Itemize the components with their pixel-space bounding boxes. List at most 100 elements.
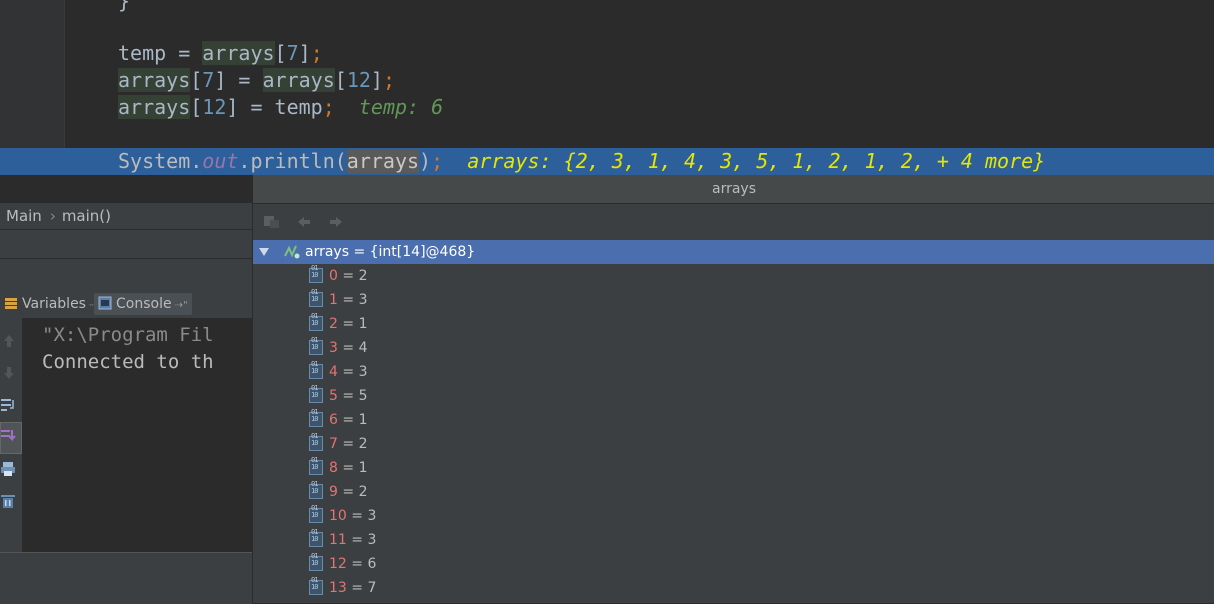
- array-index: 12: [329, 556, 347, 572]
- equals-sign: =: [337, 388, 359, 404]
- scroll-to-end-icon: [1, 430, 16, 442]
- navigate-icon[interactable]: [263, 214, 281, 230]
- code-line-println: System.out.println(arrays); arrays: {2, …: [118, 149, 1046, 173]
- array-index: 6: [329, 412, 338, 428]
- execution-point-line: System.out.println(arrays); arrays: {2, …: [0, 148, 1214, 175]
- console-icon: [98, 295, 112, 310]
- inline-value-temp: temp: 6: [358, 95, 444, 119]
- array-value: 5: [358, 388, 368, 404]
- variable-inspector-popup[interactable]: arrays arrays = {int[14]@468} 0 = 21 = 3…: [252, 175, 1214, 603]
- array-index: 3: [329, 340, 338, 356]
- popup-toolbar: [253, 204, 1214, 241]
- equals-sign: =: [346, 580, 368, 596]
- array-index: 0: [329, 268, 338, 284]
- arrow-down-icon[interactable]: [0, 364, 18, 382]
- primitive-icon: [309, 311, 323, 331]
- equals-sign: =: [346, 508, 368, 524]
- array-index: 5: [329, 388, 338, 404]
- array-value: 6: [367, 556, 377, 572]
- equals-sign: =: [337, 364, 359, 380]
- arrow-up-icon[interactable]: [0, 332, 18, 350]
- equals-sign: =: [346, 556, 368, 572]
- list-item[interactable]: 6 = 1: [309, 407, 368, 432]
- tree-root-node[interactable]: arrays = {int[14]@468}: [253, 240, 1214, 264]
- primitive-icon: [309, 359, 323, 379]
- primitive-icon: [309, 431, 323, 451]
- array-index: 13: [329, 580, 347, 596]
- list-item[interactable]: 3 = 4: [309, 335, 368, 360]
- primitive-icon: [309, 335, 323, 355]
- tab-console-label: Console: [116, 296, 172, 312]
- primitive-icon: [309, 527, 323, 547]
- list-item[interactable]: 13 = 7: [309, 575, 377, 600]
- list-item[interactable]: 2 = 1: [309, 311, 368, 336]
- array-index: 9: [329, 484, 338, 500]
- array-index: 2: [329, 316, 338, 332]
- list-item[interactable]: 7 = 2: [309, 431, 367, 456]
- array-value: 3: [367, 532, 377, 548]
- array-value: 4: [358, 340, 368, 356]
- list-item[interactable]: 5 = 5: [309, 383, 368, 408]
- breadcrumb-method[interactable]: main(): [62, 207, 111, 225]
- debug-frames-area: [0, 229, 252, 289]
- forward-arrow-icon[interactable]: [327, 214, 345, 230]
- list-item[interactable]: 4 = 3: [309, 359, 368, 384]
- debug-tabs: Variables ⇢" Console ⇢": [0, 288, 252, 319]
- inline-value-arrays: arrays: {2, 3, 1, 4, 3, 5, 1, 2, 1, 2, +…: [467, 149, 1046, 173]
- tree-root-label: arrays = {int[14]@468}: [305, 244, 476, 260]
- back-arrow-icon[interactable]: [295, 214, 313, 230]
- array-value: 7: [367, 580, 377, 596]
- list-item[interactable]: 9 = 2: [309, 479, 368, 504]
- array-value: 3: [367, 508, 377, 524]
- primitive-icon: [309, 263, 323, 283]
- list-item[interactable]: 8 = 1: [309, 455, 367, 480]
- breadcrumb: Main › main(): [0, 203, 252, 229]
- array-value: 2: [358, 484, 368, 500]
- arrays-hover-target[interactable]: arrays: [346, 149, 420, 173]
- primitive-icon: [309, 455, 323, 475]
- equals-sign: =: [346, 532, 368, 548]
- primitive-icon: [309, 575, 323, 595]
- trash-icon[interactable]: [0, 492, 18, 510]
- tab-console[interactable]: Console ⇢": [94, 293, 192, 315]
- equals-sign: =: [337, 484, 359, 500]
- soft-wrap-icon[interactable]: [0, 396, 18, 414]
- array-index: 1: [329, 292, 338, 308]
- code-editor[interactable]: } temp = arrays[7]; arrays[7] = arrays[1…: [0, 0, 1214, 175]
- list-item[interactable]: 11 = 3: [309, 527, 377, 552]
- equals-sign: =: [337, 436, 359, 452]
- primitive-icon: [309, 503, 323, 523]
- list-item[interactable]: 12 = 6: [309, 551, 377, 576]
- print-icon[interactable]: [0, 460, 18, 478]
- console-line-command: "X:\Program Fil: [42, 324, 214, 346]
- array-index: 7: [329, 436, 338, 452]
- array-index: 11: [329, 532, 347, 548]
- array-value: 1: [358, 316, 368, 332]
- breadcrumb-class[interactable]: Main: [6, 207, 42, 225]
- console-line-connected: Connected to th: [42, 351, 214, 373]
- scroll-to-end-toggle[interactable]: [0, 422, 22, 454]
- array-value: 2: [358, 268, 368, 284]
- code-line-arrays-temp: arrays[12] = temp; temp: 6: [118, 95, 444, 119]
- primitive-icon: [309, 407, 323, 427]
- watch-variable-icon: [284, 245, 300, 259]
- variable-tree[interactable]: arrays = {int[14]@468} 0 = 21 = 32 = 13 …: [253, 240, 1214, 603]
- array-value: 3: [358, 364, 368, 380]
- array-value: 1: [358, 412, 368, 428]
- variables-icon: [4, 295, 18, 309]
- equals-sign: =: [337, 460, 359, 476]
- expand-triangle-icon[interactable]: [259, 248, 269, 256]
- console-toolbar: [0, 318, 23, 552]
- popup-title[interactable]: arrays: [253, 175, 1214, 204]
- tab-variables[interactable]: Variables ⇢": [0, 293, 106, 315]
- equals-sign: =: [337, 340, 359, 356]
- list-item[interactable]: 1 = 3: [309, 287, 367, 312]
- list-item[interactable]: 10 = 3: [309, 503, 377, 528]
- primitive-icon: [309, 551, 323, 571]
- list-item[interactable]: 0 = 2: [309, 263, 368, 288]
- array-index: 10: [329, 508, 347, 524]
- code-line-brace: }: [118, 0, 131, 13]
- equals-sign: =: [337, 268, 359, 284]
- breadcrumb-separator: ›: [49, 207, 56, 225]
- console-output[interactable]: "X:\Program Fil Connected to th: [23, 318, 252, 552]
